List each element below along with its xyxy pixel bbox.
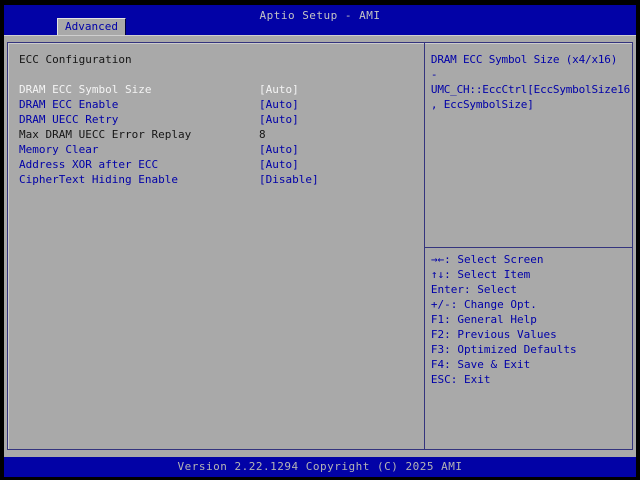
- setting-row-dram-ecc-enable[interactable]: DRAM ECC Enable [Auto]: [19, 97, 424, 112]
- content-box: ECC Configuration DRAM ECC Symbol Size [A…: [7, 42, 633, 450]
- setting-value[interactable]: [Auto]: [259, 157, 299, 172]
- setting-row-dram-uecc-retry[interactable]: DRAM UECC Retry [Auto]: [19, 112, 424, 127]
- setting-row-memory-clear[interactable]: Memory Clear [Auto]: [19, 142, 424, 157]
- key-legend: →←: Select Screen ↑↓: Select Item Enter: S…: [424, 247, 632, 449]
- setting-value[interactable]: [Disable]: [259, 172, 319, 187]
- setting-label: CipherText Hiding Enable: [19, 173, 178, 186]
- bios-setup-screen: Aptio Setup - AMI Advanced ECC Configura…: [4, 5, 636, 477]
- key-hint-enter: Enter: Select: [430, 283, 517, 296]
- setting-label: Memory Clear: [19, 143, 99, 156]
- setting-row-address-xor-after-ecc[interactable]: Address XOR after ECC [Auto]: [19, 157, 424, 172]
- version-text: Version 2.22.1294 Copyright (C) 2025 AMI: [177, 460, 463, 473]
- setting-label: Address XOR after ECC: [19, 158, 159, 171]
- setting-row-dram-ecc-symbol-size[interactable]: DRAM ECC Symbol Size [Auto]: [19, 82, 424, 97]
- setting-label: DRAM ECC Enable: [19, 98, 119, 111]
- settings-list: DRAM ECC Symbol Size [Auto] DRAM ECC Enabl…: [19, 82, 424, 187]
- setting-value[interactable]: [Auto]: [259, 142, 299, 157]
- help-line: , EccSymbolSize]: [430, 98, 534, 111]
- setting-value: 8: [259, 128, 266, 141]
- key-hint-f4: F4: Save & Exit: [430, 358, 531, 371]
- help-line: DRAM ECC Symbol Size (x4/x16): [430, 53, 618, 66]
- key-hint-f3: F3: Optimized Defaults: [430, 343, 577, 356]
- tab-advanced[interactable]: Advanced: [57, 18, 126, 35]
- help-line: UMC_CH::EccCtrl[EccSymbolSize16: [430, 83, 630, 96]
- header-bar: Aptio Setup - AMI Advanced: [4, 5, 636, 36]
- setting-label: DRAM UECC Retry: [19, 113, 119, 126]
- key-hint-: +/-: Change Opt.: [430, 298, 537, 311]
- settings-pane: ECC Configuration DRAM ECC Symbol Size [A…: [8, 43, 424, 449]
- setting-value[interactable]: [Auto]: [259, 82, 299, 97]
- key-hint-: →←: Select Screen: [430, 253, 544, 266]
- setting-row-ciphertext-hiding-enable[interactable]: CipherText Hiding Enable [Disable]: [19, 172, 424, 187]
- setting-label: DRAM ECC Symbol Size: [19, 83, 152, 96]
- key-hint-esc: ESC: Exit: [430, 373, 491, 386]
- help-line: -: [430, 68, 438, 81]
- main-area: ECC Configuration DRAM ECC Symbol Size [A…: [4, 36, 636, 457]
- footer-bar: Version 2.22.1294 Copyright (C) 2025 AMI: [4, 457, 636, 477]
- section-title: ECC Configuration: [19, 53, 132, 66]
- key-hint-: ↑↓: Select Item: [430, 268, 531, 281]
- help-pane: DRAM ECC Symbol Size (x4/x16)-UMC_CH::Ec…: [423, 43, 632, 449]
- setting-label: Max DRAM UECC Error Replay: [19, 128, 192, 141]
- key-hint-f2: F2: Previous Values: [430, 328, 557, 341]
- setting-value[interactable]: [Auto]: [259, 97, 299, 112]
- setting-value[interactable]: [Auto]: [259, 112, 299, 127]
- setting-row-max-dram-uecc-error-replay: Max DRAM UECC Error Replay 8: [19, 127, 424, 142]
- key-hint-f1: F1: General Help: [430, 313, 537, 326]
- item-help-text: DRAM ECC Symbol Size (x4/x16)-UMC_CH::Ec…: [425, 43, 632, 247]
